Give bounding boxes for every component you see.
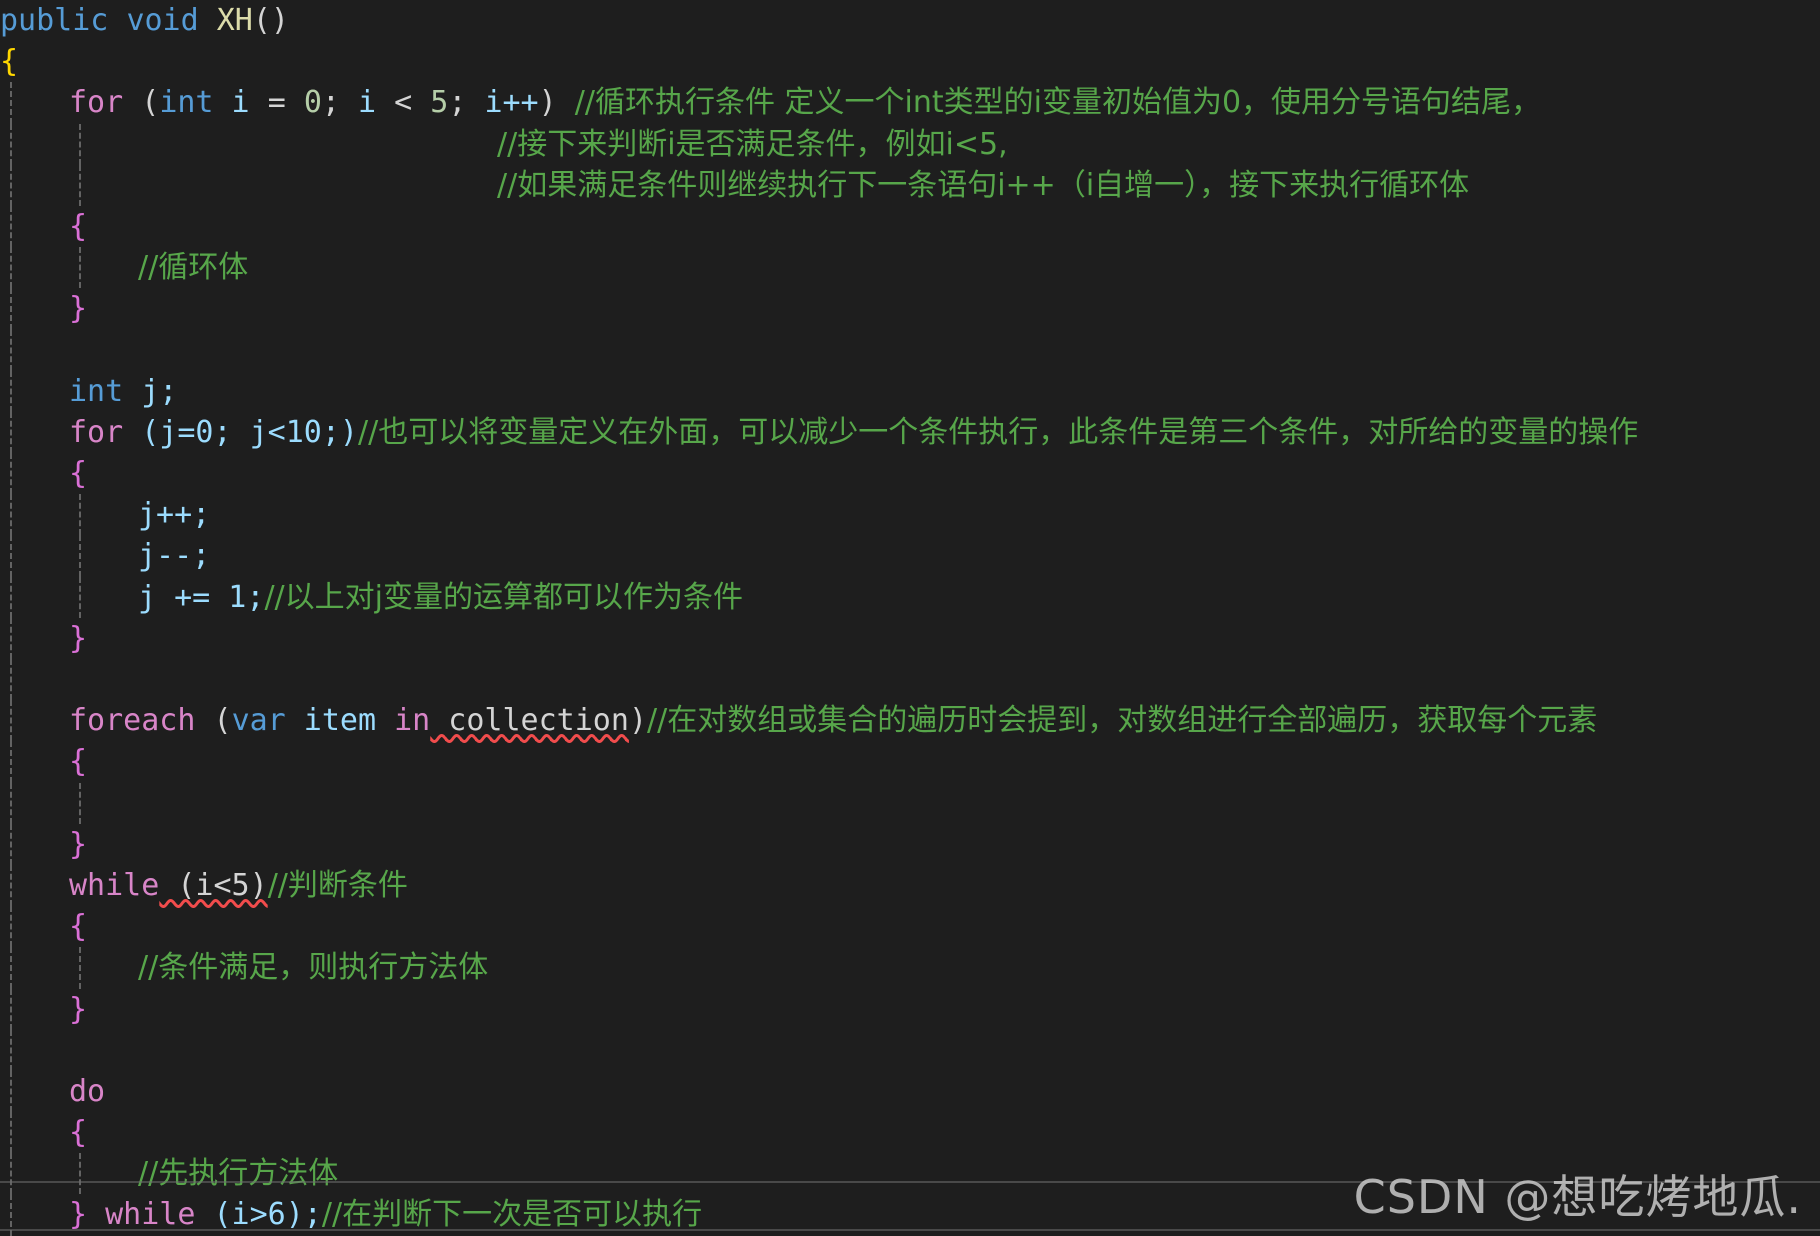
token-return-type: void: [126, 3, 199, 38]
token-parens: (): [252, 3, 289, 38]
code-line: {: [0, 1112, 1820, 1154]
token-while-condition: (i<5): [159, 867, 268, 903]
code-line: }: [0, 823, 1820, 865]
token-for-keyword: for: [69, 85, 124, 121]
comment-while-body: //条件满足，则执行方法体: [138, 950, 489, 986]
code-line: public void XH(): [0, 0, 1820, 41]
token-stmt-increment: j++;: [138, 497, 211, 533]
token-assign: =: [267, 85, 304, 121]
token-brace-open: {: [69, 456, 88, 492]
code-line: j++;: [0, 494, 1820, 536]
token-while-keyword: while: [105, 1197, 196, 1233]
token-var-j: j;: [123, 373, 178, 409]
token-brace-close: }: [69, 991, 88, 1027]
token-int-type: int: [159, 85, 214, 121]
code-line: {: [0, 205, 1820, 248]
code-line-blank: [0, 329, 1820, 371]
token-var-i: i: [213, 85, 268, 121]
code-line: {: [0, 741, 1820, 783]
token-stmt-decrement: j--;: [138, 538, 211, 574]
code-editor[interactable]: public void XH() { for (int i = 0; i < 5…: [0, 0, 1820, 1236]
token-semicolon-2: ;: [448, 85, 485, 121]
code-line: }: [0, 988, 1820, 1030]
watermark-divider-bottom: [0, 1229, 1820, 1231]
token-modifier: public: [0, 3, 109, 38]
token-brace-open: {: [0, 44, 19, 80]
code-line-blank: [0, 1029, 1820, 1071]
comment-do-while: //在判断下一次是否可以执行: [321, 1197, 703, 1233]
code-line: //循环体: [0, 247, 1820, 289]
code-line: {: [0, 906, 1820, 948]
code-line: for (j=0; j<10;)//也可以将变量定义在外面，可以减少一个条件执行…: [0, 411, 1820, 454]
code-line: }: [0, 617, 1820, 659]
token-brace-close: }: [69, 291, 88, 327]
comment-stmt-3: //以上对j变量的运算都可以作为条件: [264, 579, 743, 615]
token-cond-var: i: [358, 85, 395, 121]
code-line: }: [0, 288, 1820, 330]
token-method-name: XH: [216, 3, 253, 38]
token-brace-open: {: [69, 1115, 88, 1151]
comment-for-loop-2: //也可以将变量定义在外面，可以减少一个条件执行，此条件是第三个条件，对所给的变…: [358, 414, 1639, 450]
token-brace-open: {: [69, 909, 88, 945]
token-item: item: [285, 703, 395, 739]
indent-guide: [10, 329, 12, 371]
token-while-keyword: while: [69, 867, 160, 903]
indent-guide: [79, 782, 81, 824]
token-semicolon-1: ;: [321, 85, 358, 121]
code-line: int j;: [0, 370, 1820, 412]
token-stmt-add-assign: j += 1;: [138, 579, 265, 615]
comment-for-line-1: //循环执行条件 定义一个int类型的i变量初始值为0，使用分号语句结尾，: [574, 85, 1542, 121]
comment-do-body: //先执行方法体: [138, 1156, 339, 1192]
token-foreach-keyword: foreach: [69, 703, 196, 739]
token-brace-open: {: [69, 208, 88, 244]
token-brace-close: }: [69, 826, 88, 862]
indent-guide: [10, 782, 12, 824]
comment-for-line-3: //如果满足条件则继续执行下一条语句i++（i自增一），接下来执行循环体: [497, 167, 1470, 203]
token-paren-close: ): [628, 703, 647, 739]
code-line: //条件满足，则执行方法体: [0, 947, 1820, 989]
comment-for-line-2: //接下来判断i是否满足条件，例如i<5,: [497, 126, 1008, 162]
token-brace-close: }: [69, 1197, 106, 1233]
token-increment: i++: [484, 85, 539, 121]
code-line-blank: [0, 659, 1820, 701]
code-line: for (int i = 0; i < 5; i++) //循环执行条件 定义一…: [0, 82, 1820, 124]
code-line: foreach (var item in collection)//在对数组或集…: [0, 700, 1820, 742]
token-brace-close: }: [69, 620, 88, 656]
token-int-type: int: [69, 373, 124, 409]
token-for-keyword: for: [69, 414, 124, 450]
token-do-condition: (i>6);: [195, 1197, 322, 1233]
comment-while: //判断条件: [267, 867, 408, 903]
code-line: //如果满足条件则继续执行下一条语句i++（i自增一），接下来执行循环体: [0, 164, 1820, 206]
token-paren-open: (: [195, 703, 232, 739]
token-paren-open: (: [123, 85, 160, 121]
code-line: j += 1;//以上对j变量的运算都可以作为条件: [0, 576, 1820, 618]
comment-foreach: //在对数组或集合的遍历时会提到，对数组进行全部遍历，获取每个元素: [647, 703, 1598, 739]
token-in-keyword: in: [394, 703, 431, 739]
token-for-header: (j=0; j<10;): [123, 414, 358, 450]
indent-guide: [10, 1029, 12, 1071]
code-line: do: [0, 1070, 1820, 1113]
code-line-blank: [0, 782, 1820, 824]
code-line: //先执行方法体: [0, 1153, 1820, 1195]
indent-guide: [10, 659, 12, 701]
comment-loop-body: //循环体: [138, 250, 249, 286]
code-line: {: [0, 41, 1820, 82]
token-five: 5: [430, 85, 449, 121]
token-brace-open: {: [69, 744, 88, 780]
code-line: //接下来判断i是否满足条件，例如i<5,: [0, 123, 1820, 165]
token-less-than: <: [394, 85, 431, 121]
code-line: while (i<5)//判断条件: [0, 864, 1820, 907]
token-zero: 0: [303, 85, 322, 121]
token-var-keyword: var: [231, 703, 286, 739]
code-line: {: [0, 453, 1820, 495]
token-paren-close: ): [538, 85, 575, 121]
code-line: j--;: [0, 535, 1820, 577]
token-collection-error: collection: [430, 703, 629, 739]
token-do-keyword: do: [69, 1073, 106, 1109]
watermark-divider-top: [0, 1181, 1820, 1183]
